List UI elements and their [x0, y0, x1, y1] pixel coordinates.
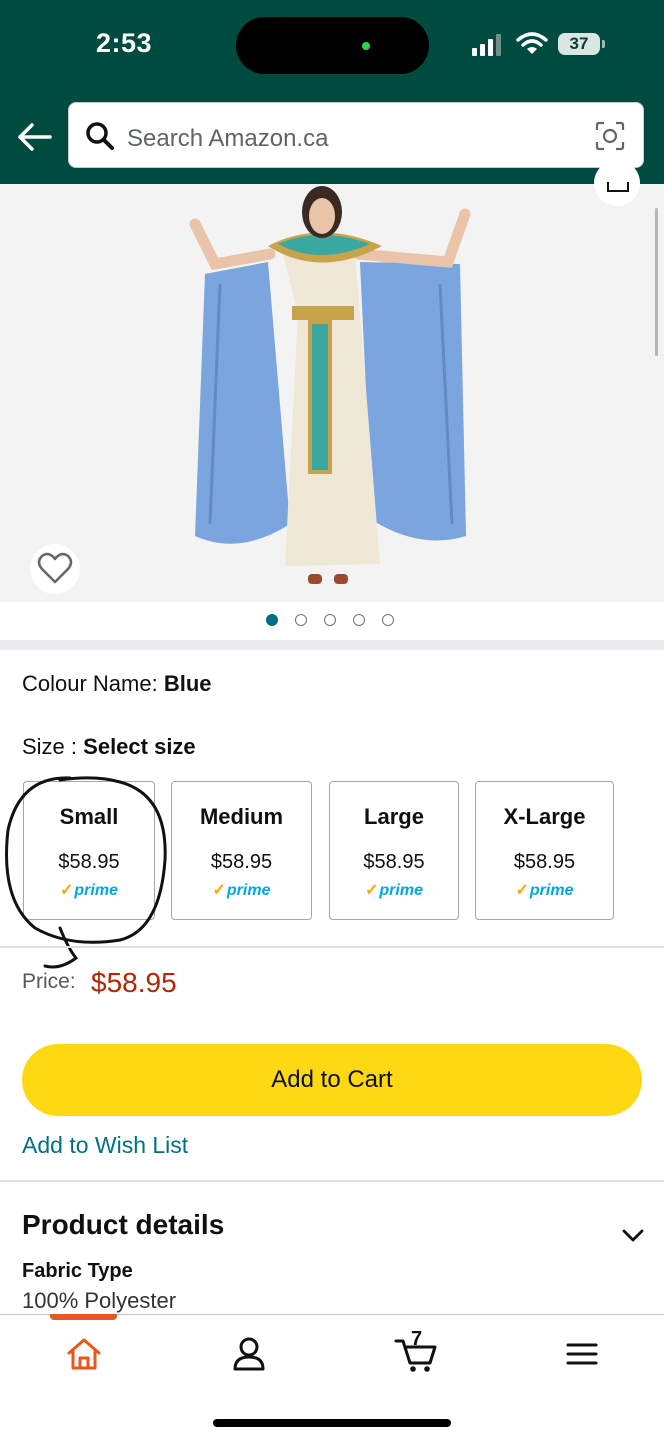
camera-in-use-indicator	[362, 42, 370, 50]
battery-level: 37	[558, 33, 600, 55]
product-details-heading[interactable]: Product details	[22, 1209, 224, 1241]
size-value: Select size	[83, 734, 196, 759]
search-input[interactable]: Search Amazon.ca	[68, 102, 644, 168]
size-option-x-large[interactable]: X-Large $58.95 ✓prime	[475, 781, 614, 920]
size-price: $58.95	[58, 851, 120, 873]
app-header: 2:53 37 Search Amazon.ca	[0, 0, 664, 184]
colour-value: Blue	[163, 671, 212, 696]
prime-badge: ✓prime	[365, 882, 423, 899]
add-to-wish-list-link[interactable]: Add to Wish List	[22, 1132, 188, 1159]
price-value: $58.95	[91, 967, 177, 998]
size-row: Size : Select size	[22, 734, 196, 760]
fabric-type-value: 100% Polyester	[22, 1288, 177, 1313]
colour-label: Colour Name:	[22, 671, 158, 696]
camera-search-icon[interactable]	[595, 121, 625, 151]
status-time: 2:53	[96, 28, 153, 58]
cart-count-badge: 7	[411, 1328, 423, 1350]
size-label: Size :	[22, 734, 78, 759]
menu-icon[interactable]	[562, 1335, 602, 1373]
image-dot[interactable]	[324, 614, 336, 626]
size-name: Medium	[199, 804, 284, 829]
image-dot[interactable]	[353, 614, 365, 626]
add-to-cart-button[interactable]: Add to Cart	[22, 1044, 642, 1116]
section-divider	[0, 640, 664, 650]
size-option-medium[interactable]: Medium $58.95 ✓prime	[171, 781, 312, 920]
dynamic-island	[236, 17, 429, 74]
prime-badge: ✓prime	[515, 882, 574, 899]
price-label: Price:	[22, 970, 76, 993]
colour-name-row: Colour Name: Blue	[22, 671, 212, 697]
prime-badge: ✓prime	[60, 882, 118, 899]
size-price: $58.95	[513, 851, 576, 873]
home-icon[interactable]	[64, 1335, 104, 1373]
size-price: $58.95	[363, 851, 425, 873]
back-arrow-icon[interactable]	[16, 118, 54, 156]
fabric-type-label: Fabric Type	[22, 1260, 133, 1282]
size-option-large[interactable]: Large $58.95 ✓prime	[329, 781, 459, 920]
chevron-down-icon[interactable]	[620, 1222, 646, 1248]
active-tab-indicator	[50, 1314, 117, 1320]
home-indicator	[213, 1419, 451, 1427]
size-price: $58.95	[210, 851, 273, 873]
section-divider	[0, 1180, 664, 1182]
search-icon	[86, 122, 114, 150]
cellular-signal-icon	[472, 34, 501, 56]
costume-photo	[189, 186, 471, 584]
size-name: Large	[364, 804, 424, 829]
section-divider	[0, 946, 664, 948]
image-dot[interactable]	[266, 614, 278, 626]
size-name: X-Large	[503, 804, 586, 829]
share-button[interactable]	[594, 160, 640, 206]
heart-icon	[37, 552, 73, 584]
size-option-small[interactable]: Small $58.95 ✓prime	[23, 781, 155, 920]
battery-tip	[602, 40, 605, 48]
image-dot[interactable]	[295, 614, 307, 626]
image-scroll-indicator	[655, 208, 658, 356]
size-name: Small	[59, 804, 119, 829]
prime-badge: ✓prime	[212, 882, 271, 899]
product-image[interactable]	[0, 184, 664, 602]
image-dot[interactable]	[382, 614, 394, 626]
search-placeholder: Search Amazon.ca	[127, 125, 329, 152]
account-icon[interactable]	[229, 1335, 269, 1373]
wishlist-heart-button[interactable]	[30, 544, 80, 594]
wifi-icon	[516, 32, 548, 54]
